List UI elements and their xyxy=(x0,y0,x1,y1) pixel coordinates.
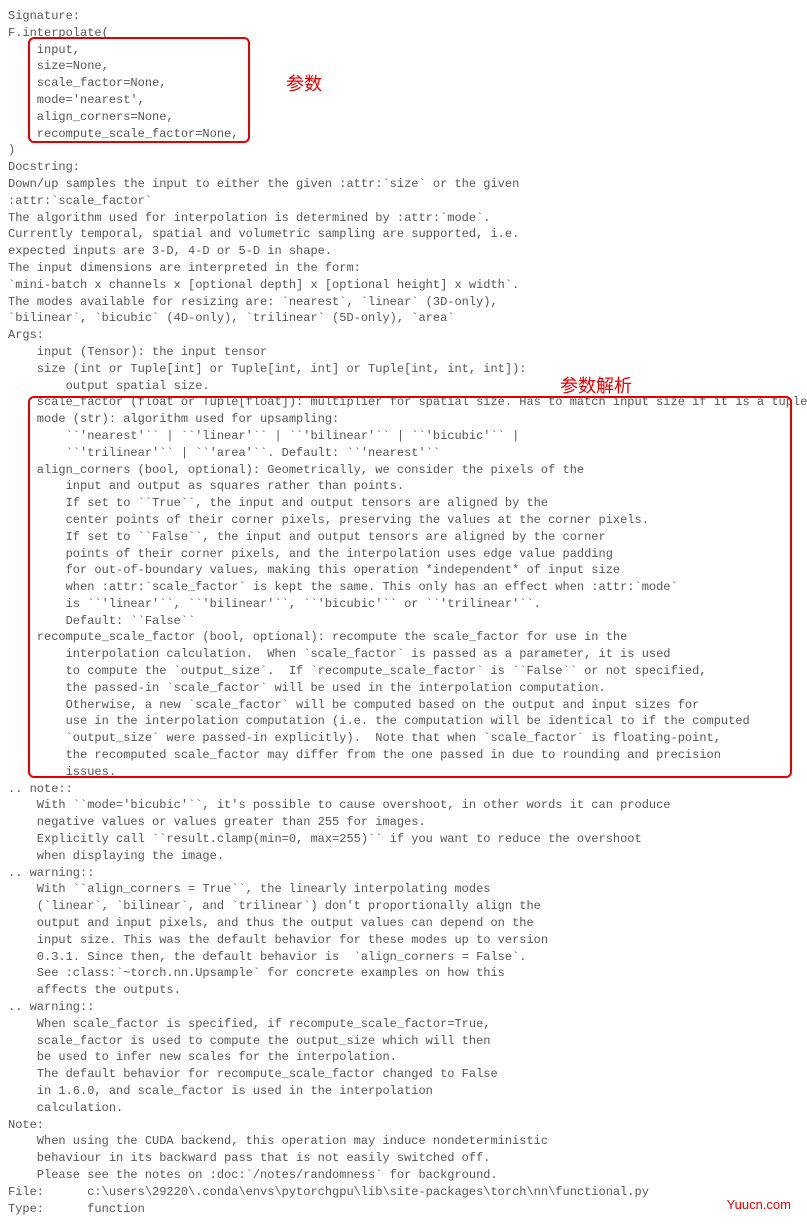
doc-line: negative values or values greater than 2… xyxy=(8,814,799,831)
doc-line: Currently temporal, spatial and volumetr… xyxy=(8,226,799,243)
doc-line: `bilinear`, `bicubic` (4D-only), `trilin… xyxy=(8,310,799,327)
doc-line: be used to infer new scales for the inte… xyxy=(8,1049,799,1066)
doc-line: When using the CUDA backend, this operat… xyxy=(8,1133,799,1150)
doc-line: affects the outputs. xyxy=(8,982,799,999)
doc-line: scale_factor is used to compute the outp… xyxy=(8,1033,799,1050)
annotation-label-param: 参数 xyxy=(286,72,322,97)
highlight-box-args xyxy=(28,396,792,778)
annotation-label-param-parse: 参数解析 xyxy=(560,374,632,399)
doc-line: Note: xyxy=(8,1117,799,1134)
doc-line: behaviour in its backward pass that is n… xyxy=(8,1150,799,1167)
document-content: Signature:F.interpolate( input, size=Non… xyxy=(8,8,799,1217)
doc-line: Args: xyxy=(8,327,799,344)
doc-line: size (int or Tuple[int] or Tuple[int, in… xyxy=(8,361,799,378)
doc-line: Down/up samples the input to either the … xyxy=(8,176,799,193)
doc-line: Please see the notes on :doc:`/notes/ran… xyxy=(8,1167,799,1184)
doc-line: Type: function xyxy=(8,1201,799,1218)
doc-line: when displaying the image. xyxy=(8,848,799,865)
doc-line: The default behavior for recompute_scale… xyxy=(8,1066,799,1083)
doc-line: calculation. xyxy=(8,1100,799,1117)
doc-line: Docstring: xyxy=(8,159,799,176)
doc-line: .. note:: xyxy=(8,781,799,798)
doc-line: The modes available for resizing are: `n… xyxy=(8,294,799,311)
doc-line: input (Tensor): the input tensor xyxy=(8,344,799,361)
doc-line: File: c:\users\29220\.conda\envs\pytorch… xyxy=(8,1184,799,1201)
doc-line: 0.3.1. Since then, the default behavior … xyxy=(8,949,799,966)
doc-line: ) xyxy=(8,142,799,159)
doc-line: :attr:`scale_factor` xyxy=(8,193,799,210)
doc-line: input size. This was the default behavio… xyxy=(8,932,799,949)
doc-line: When scale_factor is specified, if recom… xyxy=(8,1016,799,1033)
doc-line: The algorithm used for interpolation is … xyxy=(8,210,799,227)
highlight-box-parameters xyxy=(28,37,250,143)
watermark-text: Yuucn.com xyxy=(727,1196,791,1214)
doc-line: With ``mode='bicubic'``, it's possible t… xyxy=(8,797,799,814)
doc-line: .. warning:: xyxy=(8,999,799,1016)
doc-line: in 1.6.0, and scale_factor is used in th… xyxy=(8,1083,799,1100)
doc-line: `mini-batch x channels x [optional depth… xyxy=(8,277,799,294)
doc-line: See :class:`~torch.nn.Upsample` for conc… xyxy=(8,965,799,982)
doc-line: output and input pixels, and thus the ou… xyxy=(8,915,799,932)
doc-line: expected inputs are 3-D, 4-D or 5-D in s… xyxy=(8,243,799,260)
doc-line: Signature: xyxy=(8,8,799,25)
doc-line: .. warning:: xyxy=(8,865,799,882)
doc-line: output spatial size. xyxy=(8,378,799,395)
doc-line: The input dimensions are interpreted in … xyxy=(8,260,799,277)
doc-line: (`linear`, `bilinear`, and `trilinear`) … xyxy=(8,898,799,915)
doc-line: Explicitly call ``result.clamp(min=0, ma… xyxy=(8,831,799,848)
doc-line: With ``align_corners = True``, the linea… xyxy=(8,881,799,898)
